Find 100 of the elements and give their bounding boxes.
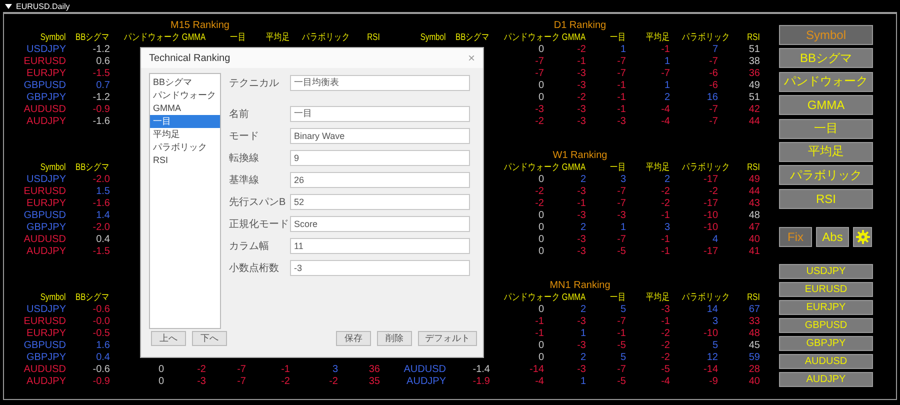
column-header[interactable]: 平均足 [266,32,290,44]
pair-button[interactable]: AUDJPY [779,372,873,388]
list-item[interactable]: RSI [150,154,220,167]
column-header[interactable]: GMMA [182,32,206,44]
column-header[interactable]: RSI [747,292,760,304]
value-cell: -2 [661,186,670,197]
value-cell: 2 [580,174,586,185]
input-field[interactable]: 一目均衡表 [290,74,470,90]
value-cell: 0 [538,44,544,55]
column-header[interactable]: BBシグマ [76,32,110,44]
value-cell: -10 [704,222,718,233]
value-cell: -1 [535,316,544,327]
value-cell: -2 [709,186,718,197]
column-header[interactable]: GMMA [562,292,586,304]
sort-button[interactable]: パンドウォーク [779,72,873,92]
sort-button[interactable]: RSI [779,188,873,209]
list-item[interactable]: GMMA [150,102,220,115]
input-field[interactable]: -3 [290,260,470,276]
column-header[interactable]: GMMA [562,32,586,44]
column-header[interactable]: Symbol [40,32,66,44]
action-button[interactable]: デフォルト [418,331,477,346]
symbol-cell: AUDUSD [24,104,66,115]
column-header[interactable]: パラボリック [682,292,730,304]
settings-button[interactable] [853,227,872,248]
pair-button[interactable]: EURUSD [779,282,873,298]
value-cell: 3 [712,316,718,327]
column-header[interactable]: パンドウォーク [504,292,560,304]
column-header[interactable]: パラボリック [302,32,350,44]
input-field[interactable]: Binary Wave [290,128,470,144]
value-cell: 7 [712,44,718,55]
list-item[interactable]: BBシグマ [150,76,220,89]
input-field[interactable]: Score [290,216,470,232]
field-label: 基準線 [229,174,260,186]
sort-button[interactable]: GMMA [779,95,873,116]
list-item[interactable]: パラボリック [150,141,220,154]
pair-button[interactable]: AUDUSD [779,354,873,370]
sort-button[interactable]: 一目 [779,118,873,139]
pair-button[interactable]: GBPJPY [779,336,873,352]
value-cell: 2 [664,92,670,103]
sort-button[interactable]: パラボリック [779,165,873,186]
list-item[interactable]: 平均足 [150,128,220,141]
column-header[interactable]: 一目 [230,32,246,44]
value-cell: -1 [661,234,670,245]
column-header[interactable]: Symbol [40,162,66,174]
column-header[interactable]: Symbol [420,32,446,44]
move-button[interactable]: 下へ [192,331,227,346]
input-field[interactable]: 9 [290,150,470,166]
table-title: M15 Ranking [170,20,230,30]
column-header[interactable]: パラボリック [682,32,730,44]
column-header[interactable]: 平均足 [646,292,670,304]
dropdown-icon[interactable] [5,4,12,8]
column-header[interactable]: パンドウォーク [504,32,560,44]
value-cell: 45 [748,340,760,351]
column-header[interactable]: 平均足 [646,162,670,174]
value-cell: 0 [538,210,544,221]
column-header[interactable]: Symbol [40,292,66,304]
column-header[interactable]: BBシグマ [76,162,110,174]
sort-button[interactable]: 平均足 [779,142,873,162]
value-cell: -2 [535,116,544,127]
action-button[interactable]: 保存 [336,331,371,346]
value-cell: -1.6 [92,116,110,127]
symbol-cell: EURJPY [26,68,66,79]
move-button[interactable]: 上へ [151,331,186,346]
column-header[interactable]: 平均足 [646,32,670,44]
value-cell: 0.4 [96,234,110,245]
column-header[interactable]: GMMA [562,162,586,174]
pair-button[interactable]: EURJPY [779,300,873,316]
option-button[interactable]: Abs [816,227,849,248]
input-field[interactable]: 一目 [290,106,470,122]
value-cell: 28 [748,364,760,375]
value-cell: -7 [617,68,626,79]
column-header[interactable]: RSI [367,32,380,44]
list-item[interactable]: パンドウォーク [150,89,220,102]
column-header[interactable]: BBシグマ [76,292,110,304]
sort-button[interactable]: BBシグマ [779,48,873,68]
value-cell: -5 [617,340,626,351]
list-item[interactable]: 一目 [150,115,220,128]
column-header[interactable]: 一目 [610,292,626,304]
value-cell: -0.6 [92,364,110,375]
field-label: テクニカル [229,76,280,90]
column-header[interactable]: 一目 [610,162,626,174]
value-cell: -1 [577,56,586,67]
input-field[interactable]: 52 [290,194,470,210]
column-header[interactable]: パンドウォーク [124,32,180,44]
input-field[interactable]: 11 [290,238,470,254]
pair-button[interactable]: USDJPY [779,264,873,280]
column-header[interactable]: BBシグマ [456,32,490,44]
pair-button[interactable]: GBPUSD [779,318,873,334]
column-header[interactable]: パラボリック [682,162,730,174]
value-cell: 48 [748,328,760,339]
column-header[interactable]: RSI [747,32,760,44]
value-cell: -1 [617,104,626,115]
value-cell: 43 [748,198,760,209]
input-field[interactable]: 26 [290,172,470,188]
value-cell: -2.0 [92,222,110,233]
column-header[interactable]: パンドウォーク [504,162,560,174]
value-cell: 14 [706,304,718,315]
action-button[interactable]: 削除 [377,331,412,346]
column-header[interactable]: 一目 [610,32,626,44]
column-header[interactable]: RSI [747,162,760,174]
